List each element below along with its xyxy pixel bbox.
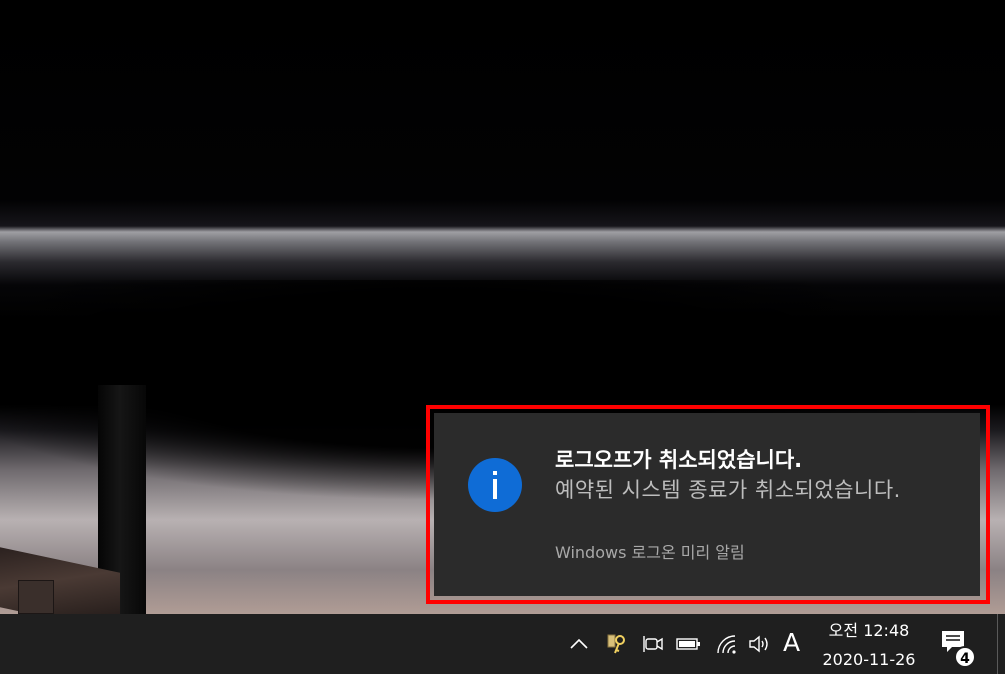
toast-notification[interactable]: 로그오프가 취소되었습니다. 예약된 시스템 종료가 취소되었습니다. Wind… xyxy=(434,413,980,596)
show-desktop-button[interactable] xyxy=(997,614,1005,674)
taskbar-clock[interactable]: 오전 12:48 2020-11-26 xyxy=(812,619,926,673)
ime-indicator[interactable]: A xyxy=(783,628,800,658)
toast-title: 로그오프가 취소되었습니다. xyxy=(555,448,803,472)
toast-source: Windows 로그온 미리 알림 xyxy=(555,543,745,562)
wallpaper-pier-block xyxy=(18,580,54,614)
battery-icon[interactable] xyxy=(676,632,702,656)
key-security-icon[interactable] xyxy=(604,632,628,656)
toast-body: 예약된 시스템 종료가 취소되었습니다. xyxy=(555,478,901,502)
meet-now-icon[interactable] xyxy=(641,632,665,656)
clock-time: 오전 12:48 xyxy=(828,621,910,640)
clock-date: 2020-11-26 xyxy=(822,650,916,669)
taskbar: A 오전 12:48 2020-11-26 4 xyxy=(0,614,1005,674)
action-center-button[interactable]: 4 xyxy=(938,628,978,668)
notification-count-badge: 4 xyxy=(954,646,976,668)
info-icon xyxy=(468,458,522,512)
wifi-icon[interactable] xyxy=(714,632,738,656)
chevron-up-icon[interactable] xyxy=(568,632,590,656)
volume-icon[interactable] xyxy=(747,632,773,656)
